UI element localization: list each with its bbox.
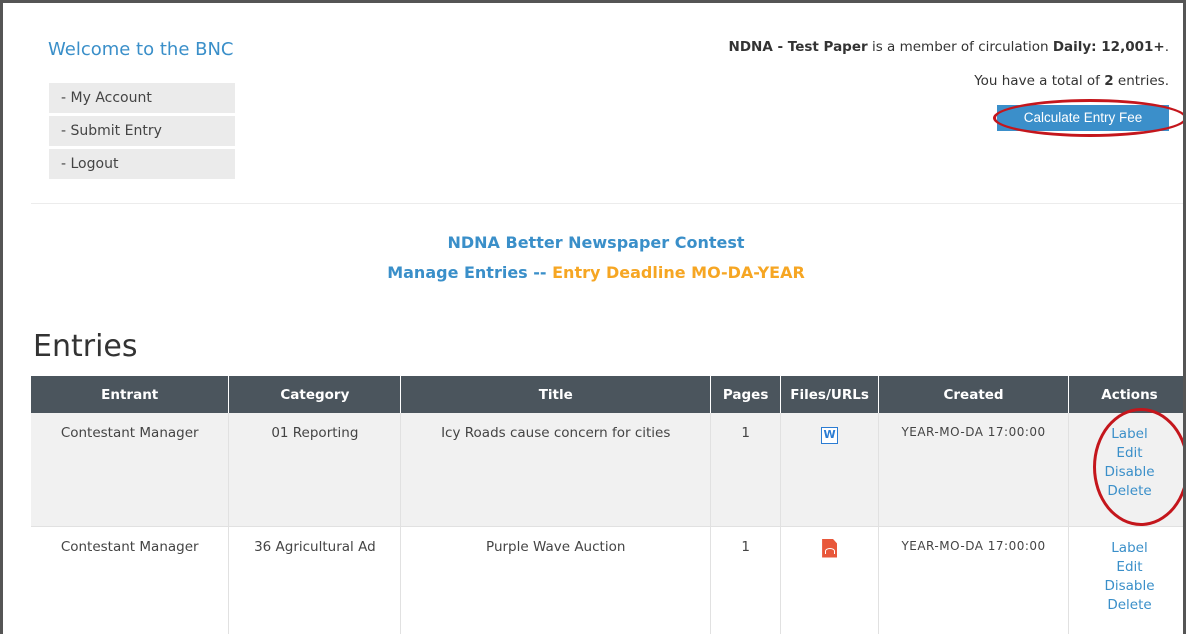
column-header-entrant[interactable]: Entrant	[31, 376, 230, 413]
pdf-icon[interactable]	[822, 538, 838, 558]
membership-info: NDNA - Test Paper is a member of circula…	[729, 39, 1169, 55]
cell-category: 36 Agricultural Ad	[228, 526, 402, 634]
delete-link[interactable]: Delete	[1069, 596, 1183, 615]
cell-files	[780, 526, 880, 634]
column-header-actions[interactable]: Actions	[1068, 376, 1183, 413]
table-row: Contestant Manager 01 Reporting Icy Road…	[31, 413, 1183, 527]
table-header-row: Entrant Category Title Pages Files/URLs …	[31, 376, 1183, 413]
nav-item-logout[interactable]: - Logout	[49, 149, 235, 179]
page-frame: Welcome to the BNC - My Account - Submit…	[0, 0, 1186, 634]
cell-files: W	[780, 413, 880, 527]
calculate-entry-fee-button[interactable]: Calculate Entry Fee	[997, 105, 1169, 131]
disable-link[interactable]: Disable	[1069, 463, 1183, 482]
manage-entries-label: Manage Entries --	[387, 263, 553, 282]
member-text: is a member of circulation	[867, 39, 1053, 55]
column-header-category[interactable]: Category	[228, 376, 402, 413]
entries-table: Entrant Category Title Pages Files/URLs …	[31, 376, 1183, 634]
cell-title: Purple Wave Auction	[400, 526, 712, 634]
paper-name: NDNA - Test Paper	[728, 39, 868, 55]
entries-total: You have a total of 2 entries.	[974, 73, 1169, 89]
deadline-value: MO-DA-YEAR	[691, 263, 805, 282]
cell-actions: Label Edit Disable Delete	[1068, 526, 1183, 634]
cell-pages: 1	[710, 526, 782, 634]
delete-link[interactable]: Delete	[1069, 482, 1183, 501]
welcome-link[interactable]: Welcome to the BNC	[48, 39, 234, 60]
label-link[interactable]: Label	[1069, 539, 1183, 558]
entries-suffix: entries.	[1113, 73, 1169, 89]
cell-entrant: Contestant Manager	[31, 413, 230, 527]
cell-title: Icy Roads cause concern for cities	[400, 413, 712, 527]
cell-pages: 1	[710, 413, 782, 527]
nav-item-submit-entry[interactable]: - Submit Entry	[49, 116, 235, 146]
member-end: .	[1164, 39, 1169, 55]
edit-link[interactable]: Edit	[1069, 444, 1183, 463]
cell-actions: Label Edit Disable Delete	[1068, 413, 1183, 527]
contest-title: NDNA Better Newspaper Contest	[447, 233, 745, 252]
column-header-created[interactable]: Created	[878, 376, 1069, 413]
divider	[31, 203, 1183, 204]
word-icon[interactable]: W	[821, 427, 839, 444]
cell-category: 01 Reporting	[228, 413, 402, 527]
manage-entries-line: Manage Entries -- Entry Deadline MO-DA-Y…	[3, 263, 1183, 282]
disable-link[interactable]: Disable	[1069, 577, 1183, 596]
cell-created: YEAR-MO-DA 17:00:00	[878, 526, 1069, 634]
column-header-title[interactable]: Title	[400, 376, 712, 413]
column-header-pages[interactable]: Pages	[710, 376, 782, 413]
edit-link[interactable]: Edit	[1069, 558, 1183, 577]
entries-prefix: You have a total of	[974, 73, 1105, 89]
entries-heading: Entries	[33, 329, 138, 364]
cell-created: YEAR-MO-DA 17:00:00	[878, 413, 1069, 527]
nav-item-my-account[interactable]: - My Account	[49, 83, 235, 113]
label-link[interactable]: Label	[1069, 425, 1183, 444]
circulation-value: Daily: 12,001+	[1052, 39, 1165, 55]
cell-entrant: Contestant Manager	[31, 526, 230, 634]
sidebar-nav: - My Account - Submit Entry - Logout	[49, 83, 235, 182]
deadline-label: Entry Deadline	[552, 263, 692, 282]
table-row: Contestant Manager 36 Agricultural Ad Pu…	[31, 526, 1183, 634]
column-header-files[interactable]: Files/URLs	[780, 376, 880, 413]
entries-count: 2	[1104, 73, 1114, 89]
